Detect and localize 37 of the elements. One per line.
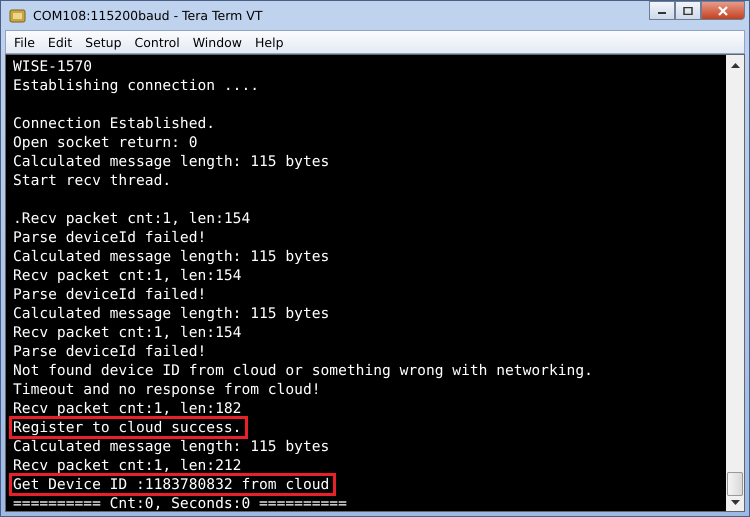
terminal-line: ========== Cnt:0, Seconds:0 ========== [12, 494, 348, 511]
terminal-line: Establishing connection .... [12, 76, 260, 96]
menu-item[interactable]: Edit [48, 34, 72, 50]
scroll-down-icon[interactable] [730, 500, 740, 505]
menu-item[interactable]: Window [192, 34, 242, 50]
terminal-line: .Recv packet cnt:1, len:154 [12, 209, 252, 229]
terminal-line: Recv packet cnt:1, len:182 [12, 399, 242, 419]
scroll-up-icon[interactable] [730, 63, 740, 68]
terminal-line: Calculated message length: 115 bytes [12, 304, 330, 324]
menu-item[interactable]: Help [255, 34, 284, 50]
scrollbar[interactable] [726, 55, 744, 511]
terminal-line: Parse deviceId failed! [12, 228, 208, 248]
terminal-line: Calculated message length: 115 bytes [12, 437, 330, 457]
close-icon [717, 6, 729, 16]
terminal-line: Start recv thread. [12, 171, 172, 191]
terminal-line: Parse deviceId failed! [12, 342, 208, 362]
terminal-line: Timeout and no response from cloud! [12, 380, 322, 400]
terminal-line: Calculated message length: 115 bytes [12, 247, 330, 267]
maximize-icon [683, 6, 693, 14]
terminal-line: WISE-1570 [12, 57, 94, 77]
terminal-line: Recv packet cnt:1, len:154 [12, 323, 242, 343]
terminal-line: Recv packet cnt:1, len:212 [12, 456, 242, 476]
scroll-thumb[interactable] [727, 472, 743, 496]
menu-item[interactable]: File [14, 34, 35, 50]
minimize-button[interactable] [649, 1, 675, 20]
app-icon [9, 8, 27, 24]
terminal-line: Calculated message length: 115 bytes [12, 152, 330, 172]
maximize-button[interactable] [675, 1, 701, 20]
terminal-line: Connection Established. [12, 114, 216, 134]
menu-item[interactable]: Control [134, 34, 180, 50]
menu-item[interactable]: Setup [85, 34, 122, 50]
terminal-line: Open socket return: 0 [12, 133, 199, 153]
terminal-line: Not found device ID from cloud or something wrong with networking. [12, 361, 594, 381]
window-title: COM108:115200baud - Tera Term VT [33, 8, 262, 23]
terminal-line: Parse deviceId failed! [12, 285, 208, 305]
close-button[interactable] [701, 1, 745, 20]
terminal-line: Recv packet cnt:1, len:154 [12, 266, 242, 286]
